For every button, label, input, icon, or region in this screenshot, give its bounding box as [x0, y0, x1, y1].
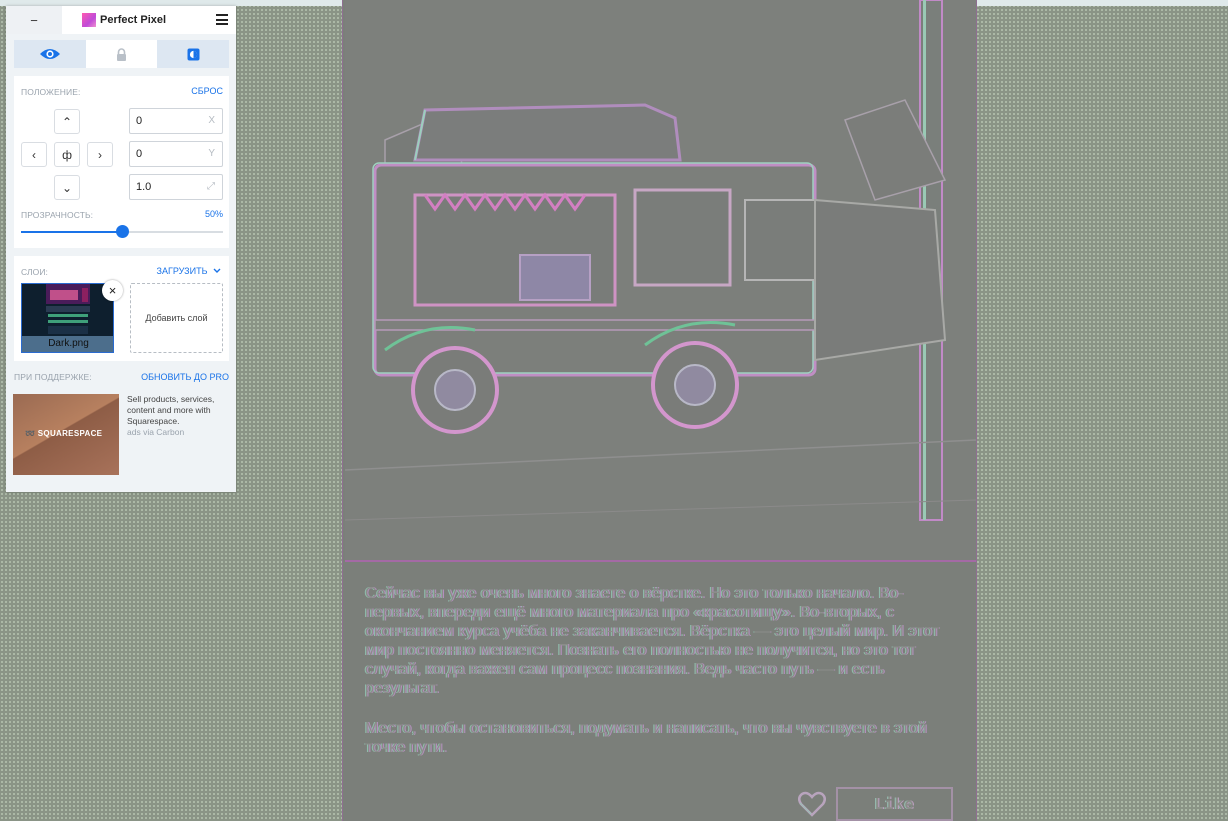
- position-label: ПОЛОЖЕНИЕ:: [21, 87, 81, 97]
- x-suffix: X: [208, 115, 215, 126]
- scale-value: 1.0: [136, 181, 152, 193]
- opacity-slider[interactable]: [21, 225, 223, 238]
- invert-icon: [187, 48, 200, 60]
- squarespace-logo-icon: ➿: [25, 429, 38, 438]
- upgrade-pro-link[interactable]: ОБНОВИТЬ ДО PRO: [141, 372, 229, 382]
- layer-thumbnail[interactable]: Dark.png: [21, 283, 114, 353]
- layers-label: СЛОИ:: [21, 267, 49, 277]
- upload-label: ЗАГРУЗИТЬ: [156, 266, 208, 276]
- app-name: Perfect Pixel: [100, 14, 167, 26]
- squarespace-logo: ➿ SQUARESPACE: [25, 429, 102, 438]
- move-up-button[interactable]: ⌃: [54, 109, 80, 134]
- tab-visibility[interactable]: [14, 40, 86, 68]
- support-label: ПРИ ПОДДЕРЖКЕ:: [14, 372, 92, 382]
- article-paragraph-2: Место, чтобы остановиться, подумать и на…: [365, 720, 927, 756]
- like-button[interactable]: Like: [836, 787, 953, 821]
- x-offset-value: 0: [136, 115, 143, 127]
- brand: Perfect Pixel: [82, 12, 166, 28]
- lock-icon: [117, 47, 126, 61]
- remove-layer-button[interactable]: ×: [102, 280, 123, 301]
- heart-icon[interactable]: [798, 791, 826, 817]
- mode-tabs: [14, 40, 230, 68]
- x-offset-field[interactable]: 0 X: [129, 108, 223, 134]
- squarespace-logo-text: SQUARESPACE: [37, 429, 103, 438]
- perfect-pixel-panel: − Perfect Pixel ПОЛОЖЕНИЕ: СБРОС ⌃ ‹ ф ›…: [6, 6, 236, 492]
- panel-titlebar: − Perfect Pixel: [6, 6, 236, 34]
- tab-invert[interactable]: [157, 40, 230, 68]
- move-down-button[interactable]: ⌄: [54, 175, 80, 200]
- scale-field[interactable]: 1.0 ⤢: [129, 174, 223, 200]
- resize-icon: ⤢: [207, 181, 215, 192]
- opacity-value: 50%: [204, 209, 223, 219]
- ad-image[interactable]: ➿ SQUARESPACE: [13, 394, 119, 475]
- opacity-slider-knob[interactable]: [115, 225, 129, 238]
- y-suffix: Y: [208, 148, 215, 159]
- reset-link[interactable]: СБРОС: [191, 86, 223, 96]
- perfect-pixel-logo-icon: [82, 13, 96, 27]
- chevron-down-icon: [213, 268, 221, 273]
- opacity-label: ПРОЗРАЧНОСТЬ:: [21, 210, 94, 220]
- y-offset-value: 0: [136, 148, 143, 160]
- ad-copy: Sell products, services, content and mor…: [127, 394, 215, 426]
- like-row: Like: [798, 787, 958, 821]
- move-left-button[interactable]: ‹: [21, 142, 47, 167]
- article-paragraph-1: Сейчас вы уже очень много знаете о вёрст…: [365, 585, 940, 697]
- hamburger-menu-icon[interactable]: [216, 14, 228, 25]
- page-overlay: Сейчас вы уже очень много знаете о вёрст…: [342, 0, 977, 821]
- hero-image: [345, 0, 976, 562]
- center-button[interactable]: ф: [54, 142, 80, 167]
- y-offset-field[interactable]: 0 Y: [129, 141, 223, 167]
- ad-text[interactable]: Sell products, services, content and mor…: [127, 394, 233, 438]
- eye-icon: [39, 49, 60, 59]
- ad-via-carbon[interactable]: ads via Carbon: [127, 427, 184, 437]
- layer-name: Dark.png: [48, 338, 89, 349]
- minimize-button[interactable]: −: [6, 6, 62, 34]
- article-text: Сейчас вы уже очень много знаете о вёрст…: [365, 584, 955, 778]
- layers-card: СЛОИ: ЗАГРУЗИТЬ Dark.png × Добавить слой: [14, 256, 229, 361]
- move-right-button[interactable]: ›: [87, 142, 113, 167]
- add-layer-button[interactable]: Добавить слой: [130, 283, 223, 353]
- tab-lock[interactable]: [85, 40, 158, 68]
- position-card: ПОЛОЖЕНИЕ: СБРОС ⌃ ‹ ф › ⌄ 0 X 0 Y 1.0 ⤢…: [14, 76, 229, 248]
- upload-dropdown[interactable]: ЗАГРУЗИТЬ: [157, 266, 221, 276]
- opacity-slider-fill: [21, 231, 122, 233]
